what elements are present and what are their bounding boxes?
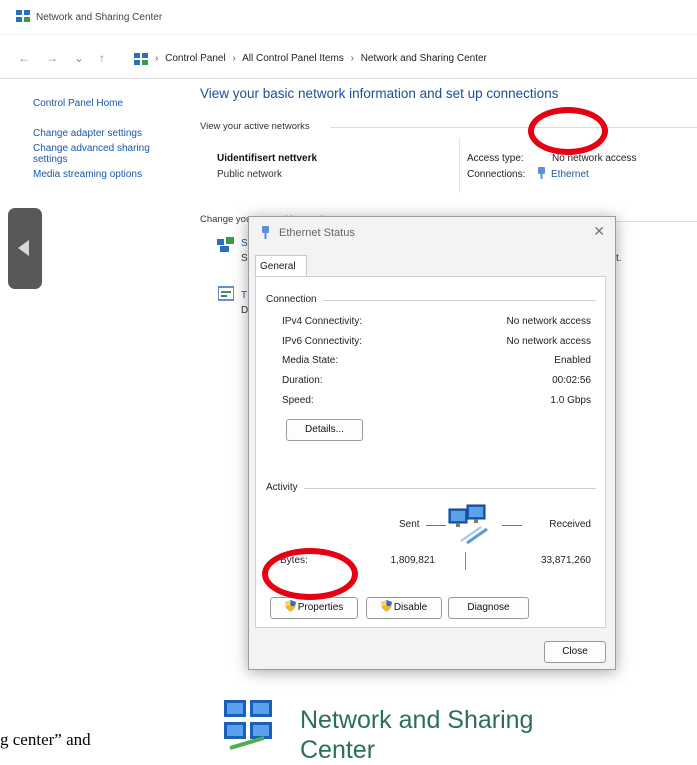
- diagnose-button[interactable]: Diagnose: [448, 597, 529, 619]
- window-titlebar: Network and Sharing Center: [0, 0, 697, 35]
- network-sharing-center-heading: Network and Sharing: [300, 706, 534, 734]
- section-divider: [330, 127, 697, 128]
- setup-connection-desc-fragment: S: [241, 253, 248, 264]
- network-sharing-center-heading-2: Center: [300, 736, 376, 764]
- received-label: Received: [549, 519, 591, 530]
- setup-connection-fragment[interactable]: S: [241, 238, 248, 249]
- page-title: View your basic network information and …: [200, 86, 559, 101]
- triangle-left-icon: [18, 240, 29, 256]
- active-networks-label: View your active networks: [200, 121, 310, 132]
- bytes-sent: 1,809,821: [390, 555, 436, 566]
- forward-button[interactable]: →: [46, 51, 58, 65]
- bytes-received: 33,871,260: [540, 555, 591, 566]
- tab-general[interactable]: General: [255, 255, 307, 277]
- back-button[interactable]: ←: [18, 51, 30, 65]
- ipv6-label: IPv6 Connectivity:: [282, 336, 363, 347]
- ipv4-value: No network access: [506, 316, 591, 327]
- close-icon[interactable]: ✕: [593, 223, 605, 240]
- breadcrumb-separator: ›: [350, 53, 354, 64]
- addressbar-divider: [0, 78, 697, 79]
- speed-value: 1.0 Gbps: [550, 395, 591, 406]
- network-category[interactable]: Public network: [217, 169, 282, 180]
- connection-group-label: Connection: [266, 294, 323, 305]
- troubleshoot-icon: [218, 286, 234, 301]
- ethernet-status-dialog: Ethernet Status ✕ General Connection IPv…: [248, 216, 616, 670]
- network-icon: [16, 10, 30, 22]
- media-state-label: Media State:: [282, 355, 339, 366]
- properties-label: Properties: [297, 602, 344, 613]
- sent-line: [426, 525, 446, 526]
- dialog-title: Ethernet Status: [279, 227, 355, 239]
- ethernet-link[interactable]: Ethernet: [551, 169, 589, 180]
- sidebar-item-media-streaming[interactable]: Media streaming options: [33, 169, 150, 180]
- setup-desc-end-fragment: t.: [616, 253, 622, 264]
- close-button[interactable]: Close: [544, 641, 606, 663]
- sidebar-item-adapter[interactable]: Change adapter settings: [33, 128, 150, 139]
- details-button[interactable]: Details...: [286, 419, 363, 441]
- document-text-fragment: g center” and: [0, 730, 91, 749]
- window-title: Network and Sharing Center: [36, 12, 163, 23]
- duration-label: Duration:: [282, 375, 323, 386]
- breadcrumb: › Control Panel › All Control Panel Item…: [151, 53, 487, 64]
- activity-group-label: Activity: [266, 482, 304, 493]
- network-divider: [459, 138, 460, 193]
- breadcrumb-all-items[interactable]: All Control Panel Items: [242, 53, 344, 64]
- sidebar: Control Panel Home Change adapter settin…: [33, 98, 150, 180]
- bytes-divider: [465, 552, 466, 570]
- ipv6-value: No network access: [506, 336, 591, 347]
- media-state-value: Enabled: [554, 355, 591, 366]
- up-button[interactable]: ↑: [99, 51, 105, 65]
- network-icon: [134, 53, 148, 65]
- network-computers-icon: [448, 504, 488, 545]
- disable-label: Disable: [393, 602, 428, 613]
- speed-label: Speed:: [282, 395, 314, 406]
- annotation-circle: [528, 107, 608, 155]
- disable-button[interactable]: Disable: [366, 597, 442, 619]
- connections-label: Connections:: [467, 169, 526, 180]
- network-name: Uidentifisert nettverk: [217, 153, 318, 164]
- new-connection-icon: [217, 237, 234, 252]
- duration-value: 00:02:56: [552, 375, 591, 386]
- side-collapse-tab[interactable]: [8, 208, 42, 289]
- properties-button[interactable]: Properties: [270, 597, 358, 619]
- ipv4-label: IPv4 Connectivity:: [282, 316, 363, 327]
- uac-shield-icon: [380, 600, 392, 612]
- annotation-circle: [262, 548, 358, 600]
- ethernet-icon: [262, 226, 269, 239]
- sidebar-item-advanced-sharing-2[interactable]: settings: [33, 154, 150, 165]
- sent-label: Sent: [399, 519, 420, 530]
- ethernet-icon: [538, 167, 545, 179]
- received-line: [502, 525, 522, 526]
- sidebar-item-home[interactable]: Control Panel Home: [33, 98, 150, 109]
- troubleshoot-fragment[interactable]: T: [241, 290, 247, 301]
- breadcrumb-network-sharing[interactable]: Network and Sharing Center: [361, 53, 487, 64]
- sidebar-item-advanced-sharing[interactable]: Change advanced sharing: [33, 143, 150, 154]
- uac-shield-icon: [284, 600, 296, 612]
- breadcrumb-control-panel[interactable]: Control Panel: [165, 53, 226, 64]
- access-type-label: Access type:: [467, 153, 524, 164]
- network-sharing-center-icon: [224, 700, 272, 750]
- recent-locations-button[interactable]: ⌄: [74, 51, 84, 65]
- group-line: [266, 488, 596, 489]
- breadcrumb-separator: ›: [155, 53, 159, 64]
- breadcrumb-separator: ›: [232, 53, 236, 64]
